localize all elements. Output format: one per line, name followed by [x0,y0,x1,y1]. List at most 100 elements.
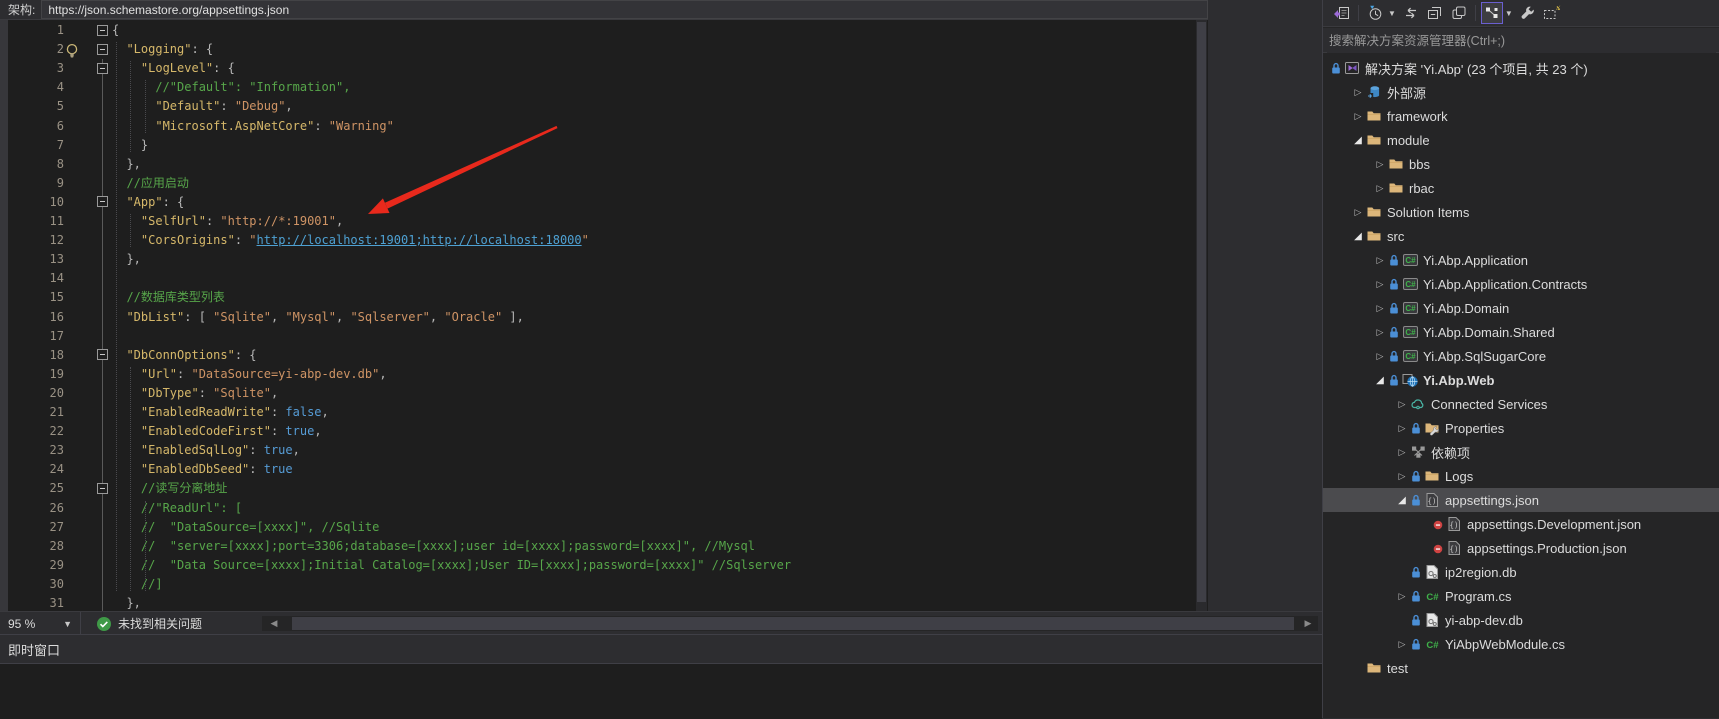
tree-item-appsettings-production-json[interactable]: {)appsettings.Production.json [1323,536,1719,560]
tree-item-yi-abp-dev-db[interactable]: yi-abp-dev.db [1323,608,1719,632]
code-line: "SelfUrl": "http://*:19001", [112,212,343,231]
history-filter-button[interactable] [1364,2,1386,24]
tree-item-ip2region-db[interactable]: ip2region.db [1323,560,1719,584]
tree-item-bbs[interactable]: ▷bbs [1323,152,1719,176]
collapse-arrow-icon[interactable]: ◢ [1354,135,1362,146]
tree-item-framework[interactable]: ▷framework [1323,104,1719,128]
tree-item-external-sources[interactable]: ▷外部源 [1323,80,1719,104]
expand-arrow-icon[interactable]: ▷ [1377,327,1384,338]
expand-arrow-icon[interactable]: ▷ [1399,471,1406,482]
editor-vertical-scrollbar-thumb[interactable] [1197,22,1206,602]
code-token: //"Default": "Information", [155,80,350,94]
expand-arrow-icon[interactable]: ▷ [1377,159,1384,170]
fold-toggle-icon[interactable] [97,44,108,55]
line-number: 5 [0,97,64,116]
svg-text:C#: C# [1405,328,1416,337]
fold-toggle-icon[interactable] [97,483,108,494]
tree-item-solution[interactable]: 解决方案 'Yi.Abp' (23 个项目, 共 23 个) [1323,56,1719,80]
expand-arrow-icon[interactable]: ▷ [1399,447,1406,458]
collapse-all-button[interactable] [1424,2,1446,24]
editor-horizontal-scrollbar-thumb[interactable] [292,617,1294,630]
chevron-down-icon[interactable]: ▼ [1505,9,1513,18]
tree-item-logs[interactable]: ▷Logs [1323,464,1719,488]
tree-item-solution-items[interactable]: ▷Solution Items [1323,200,1719,224]
tree-item-program-cs[interactable]: ▷C#Program.cs [1323,584,1719,608]
tree-item-properties[interactable]: ▷Properties [1323,416,1719,440]
fold-toggle-icon[interactable] [97,63,108,74]
code-token: "App" [126,195,162,209]
chevron-down-icon[interactable]: ▼ [1388,9,1396,18]
code-editor[interactable]: 1234567891011121314151617181920212223242… [0,20,1208,611]
expand-arrow-icon[interactable]: ▷ [1377,183,1384,194]
tree-item-yi-abp-domain-shared[interactable]: ▷C#Yi.Abp.Domain.Shared [1323,320,1719,344]
scroll-right-icon[interactable]: ▶ [1300,616,1316,631]
expander-slot: ▷ [1395,591,1409,602]
code-token: , [430,310,444,324]
fold-toggle-icon[interactable] [97,196,108,207]
track-active-item-button[interactable] [1481,2,1503,24]
properties-button[interactable] [1517,2,1539,24]
fold-toggle-icon[interactable] [97,25,108,36]
show-all-files-button[interactable] [1541,2,1563,24]
tree-item-yi-abp-web[interactable]: ◢Yi.Abp.Web [1323,368,1719,392]
tree-item-yi-abp-sqlsugarcore[interactable]: ▷C#Yi.Abp.SqlSugarCore [1323,344,1719,368]
expand-arrow-icon[interactable]: ▷ [1355,207,1362,218]
folder-icon [1387,156,1405,172]
expand-arrow-icon[interactable]: ▷ [1377,255,1384,266]
tree-item-appsettings-json[interactable]: ◢{)appsettings.json [1323,488,1719,512]
lock-icon [1387,349,1401,364]
sync-with-active-document-button[interactable] [1400,2,1422,24]
expand-arrow-icon[interactable]: ▷ [1399,639,1406,650]
document-health-indicator[interactable]: 未找到相关问题 [96,612,202,635]
tree-item-test[interactable]: test [1323,656,1719,680]
cors-origins-link[interactable]: http://localhost:19001;http://localhost:… [257,233,582,247]
tree-item-yi-abp-domain[interactable]: ▷C#Yi.Abp.Domain [1323,296,1719,320]
csproj-icon: C# [1401,324,1419,340]
search-input[interactable] [1327,29,1716,53]
tree-item-appsettings-development-json[interactable]: {)appsettings.Development.json [1323,512,1719,536]
preview-selected-items-button[interactable] [1448,2,1470,24]
indent-guide [130,367,131,591]
zoom-level-value: 95 % [0,617,35,631]
tree-item-module[interactable]: ◢module [1323,128,1719,152]
solution-explorer-panel: ▼ ▼ 解决方案 'Yi.Abp' (23 个项目, 共 23 个)▷外部源▷fr… [1322,0,1719,718]
code-token: , [271,386,278,400]
expand-arrow-icon[interactable]: ▷ [1399,399,1406,410]
code-token: , [336,214,343,228]
immediate-window-content[interactable] [0,664,1322,719]
schema-selector[interactable]: https://json.schemastore.org/appsettings… [41,0,1208,19]
fold-toggle-icon[interactable] [97,349,108,360]
expand-arrow-icon[interactable]: ▷ [1399,423,1406,434]
expand-arrow-icon[interactable]: ▷ [1355,87,1362,98]
expand-arrow-icon[interactable]: ▷ [1377,279,1384,290]
tree-item-connected-services[interactable]: ▷Connected Services [1323,392,1719,416]
zoom-level-select[interactable]: 95 % ▼ [0,612,81,635]
code-token: , [336,310,350,324]
scroll-left-icon[interactable]: ◀ [266,616,282,631]
tree-item-yi-abp-application-contracts[interactable]: ▷C#Yi.Abp.Application.Contracts [1323,272,1719,296]
lock-icon [1329,61,1343,76]
code-line: "Url": "DataSource=yi-abp-dev.db", [112,365,387,384]
line-number: 18 [0,346,64,365]
quick-actions-lightbulb-icon[interactable] [64,43,80,65]
line-number: 24 [0,460,64,479]
code-token: " [582,233,589,247]
tree-item-yiabpwebmodule-cs[interactable]: ▷C#YiAbpWebModule.cs [1323,632,1719,656]
collapse-arrow-icon[interactable]: ◢ [1398,495,1406,506]
code-line: "EnabledDbSeed": true [112,460,293,479]
switch-views-button[interactable] [1331,2,1353,24]
expand-arrow-icon[interactable]: ▷ [1355,111,1362,122]
tree-item-src[interactable]: ◢src [1323,224,1719,248]
immediate-window-tab[interactable]: 即时窗口 [0,635,1322,664]
toolbar-separator [1358,5,1359,21]
code-token: : [249,443,263,457]
expand-arrow-icon[interactable]: ▷ [1377,303,1384,314]
lock-icon [1409,637,1423,652]
tree-item-dependencies[interactable]: ▷依赖项 [1323,440,1719,464]
collapse-arrow-icon[interactable]: ◢ [1354,231,1362,242]
collapse-arrow-icon[interactable]: ◢ [1376,375,1384,386]
expand-arrow-icon[interactable]: ▷ [1377,351,1384,362]
expand-arrow-icon[interactable]: ▷ [1399,591,1406,602]
tree-item-rbac[interactable]: ▷rbac [1323,176,1719,200]
tree-item-yi-abp-application[interactable]: ▷C#Yi.Abp.Application [1323,248,1719,272]
